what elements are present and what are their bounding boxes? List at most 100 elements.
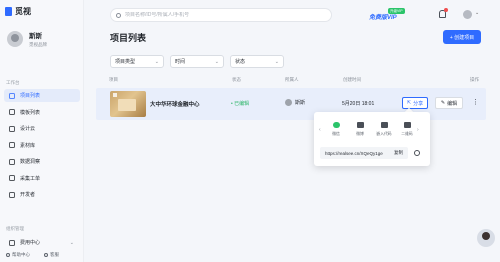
- notification-dot: [444, 8, 448, 12]
- share-link-field[interactable]: https://realsee.cn/XQeQy1ge 复制: [320, 147, 408, 159]
- help-icon: [6, 253, 10, 257]
- sidebar-item-label: 素材库: [20, 142, 36, 149]
- sidebar-footer: 帮助中心 客服: [6, 252, 59, 258]
- list-icon: [9, 92, 15, 99]
- chevron-down-icon[interactable]: ⌄: [475, 10, 479, 16]
- share-button[interactable]: ⇱ 分享: [402, 97, 428, 109]
- chevron-left-icon[interactable]: ‹: [319, 127, 321, 133]
- status-badge: • 已编辑: [231, 101, 250, 107]
- sidebar: 觅视 斯斯 觅视品牌 工作台 项目列表 模板列表 设计云 素材库 数据洞察 采集…: [0, 0, 84, 262]
- embed-code-icon: [380, 122, 388, 128]
- assistant-avatar[interactable]: [477, 229, 495, 247]
- share-wechat[interactable]: 微信: [326, 122, 346, 137]
- weibo-icon: [356, 122, 364, 128]
- avatar: [285, 99, 292, 106]
- share-icon: ⇱: [406, 100, 412, 106]
- headset-icon: [44, 253, 48, 257]
- avatar[interactable]: [463, 10, 472, 19]
- edit-label: 编辑: [447, 100, 458, 107]
- share-option-label: 微博: [356, 132, 364, 136]
- wechat-icon: [332, 122, 340, 128]
- filter-label: 项目类型: [115, 59, 136, 65]
- share-label: 分享: [413, 100, 424, 107]
- wallet-icon: [9, 239, 15, 246]
- sidebar-item-design-cloud[interactable]: 设计云: [4, 122, 80, 135]
- sidebar-item-insights[interactable]: 数据洞察: [4, 155, 80, 168]
- chevron-down-icon: ⌄: [154, 58, 159, 65]
- copy-button[interactable]: 复制: [394, 150, 403, 156]
- section-label-workspace: 工作台: [6, 80, 20, 85]
- share-qrcode[interactable]: 二维码: [397, 122, 417, 137]
- sidebar-item-label: 开发者: [20, 192, 36, 198]
- folder-icon: [9, 142, 15, 148]
- logo-text: 觅视: [15, 7, 31, 16]
- filter-project-type[interactable]: 项目类型 ⌄: [110, 55, 164, 68]
- sidebar-item-label: 费用中心: [20, 240, 41, 246]
- sidebar-item-label: 设计云: [20, 126, 36, 132]
- sidebar-nav: 项目列表 模板列表 设计云 素材库 数据洞察 采集工单 开发者: [4, 89, 80, 205]
- project-name[interactable]: 大中华环球金融中心: [150, 100, 200, 108]
- section-label-org: 组织管理: [6, 226, 24, 231]
- avatar: [7, 31, 23, 47]
- chevron-down-icon: ⌄: [214, 58, 219, 65]
- sidebar-item-projects[interactable]: 项目列表: [4, 89, 80, 102]
- user-profile[interactable]: 斯斯 觅视品牌: [7, 30, 47, 48]
- search-icon: [116, 12, 121, 18]
- chevron-down-icon: ⌄: [274, 58, 279, 65]
- sidebar-item-label: 项目列表: [20, 93, 41, 99]
- share-weibo[interactable]: 微博: [350, 122, 370, 137]
- contact-link[interactable]: 客服: [44, 252, 59, 258]
- column-header: 所属人: [285, 77, 299, 82]
- logo-icon: [5, 7, 12, 16]
- ticket-icon: [9, 175, 15, 181]
- gear-icon[interactable]: [414, 150, 420, 156]
- filter-label: 状态: [235, 59, 246, 65]
- share-option-label: 嵌入代码: [376, 132, 392, 136]
- project-thumbnail[interactable]: [110, 91, 146, 117]
- code-icon: [9, 191, 15, 198]
- sidebar-item-developer[interactable]: 开发者: [4, 188, 80, 201]
- chevron-down-icon: ⌄: [69, 239, 74, 246]
- share-option-label: 微信: [332, 132, 340, 136]
- sidebar-item-label: 模板列表: [20, 109, 41, 116]
- owner: 斯斯: [285, 99, 305, 106]
- sidebar-org-nav: 费用中心 ⌄: [4, 236, 80, 253]
- sidebar-item-templates[interactable]: 模板列表: [4, 106, 80, 119]
- cloud-icon: [9, 125, 15, 132]
- column-header: 创建时间: [343, 77, 361, 82]
- chevron-right-icon[interactable]: ›: [417, 127, 419, 133]
- app-logo[interactable]: 觅视: [5, 6, 31, 17]
- sidebar-item-label: 数据洞察: [20, 159, 41, 165]
- column-header: 项目: [109, 77, 118, 82]
- owner-name: 斯斯: [295, 100, 306, 106]
- filter-status[interactable]: 状态 ⌄: [230, 55, 284, 68]
- edit-button[interactable]: ✎ 编辑: [435, 97, 463, 109]
- user-name: 斯斯: [29, 33, 42, 40]
- column-header: 操作: [470, 77, 479, 82]
- help-link[interactable]: 帮助中心: [6, 252, 30, 258]
- sidebar-item-tickets[interactable]: 采集工单: [4, 172, 80, 185]
- vip-badge[interactable]: 升级VIP: [388, 8, 405, 14]
- share-embed[interactable]: 嵌入代码: [374, 122, 394, 137]
- table-header: 项目 状态 所属人 创建时间 操作: [109, 77, 487, 85]
- user-role: 觅视品牌: [29, 42, 47, 47]
- search-bar[interactable]: [110, 8, 332, 22]
- share-popover: ‹ 微信 微博 嵌入代码 二维码 › https://realsee.cn/XQ…: [314, 112, 430, 166]
- share-link-text: https://realsee.cn/XQeQy1ge: [325, 150, 383, 156]
- create-project-button[interactable]: + 创建项目: [443, 30, 481, 44]
- filter-label: 时间: [175, 59, 186, 65]
- more-icon[interactable]: ⋮: [472, 97, 479, 109]
- sidebar-item-label: 采集工单: [20, 175, 41, 182]
- sidebar-item-assets[interactable]: 素材库: [4, 139, 80, 152]
- share-option-label: 二维码: [401, 132, 413, 136]
- qrcode-icon: [403, 122, 411, 128]
- pencil-icon: ✎: [440, 100, 446, 106]
- filter-time[interactable]: 时间 ⌄: [170, 55, 224, 68]
- column-header: 状态: [232, 77, 241, 82]
- search-input[interactable]: [125, 12, 325, 18]
- created-time: 5月20日 18:01: [342, 101, 375, 107]
- page-title: 项目列表: [110, 33, 147, 43]
- chart-icon: [9, 158, 15, 165]
- sidebar-item-billing[interactable]: 费用中心 ⌄: [4, 236, 80, 249]
- template-icon: [9, 109, 15, 115]
